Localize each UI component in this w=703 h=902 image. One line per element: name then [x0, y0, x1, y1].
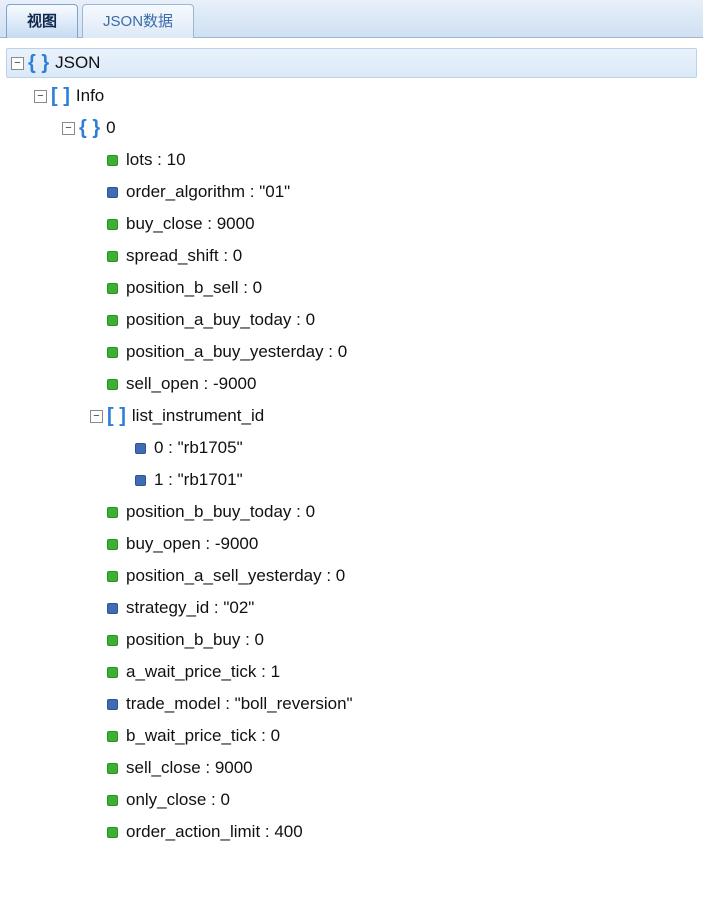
tree-leaf[interactable]: position_a_sell_yesterday : 0 [6, 560, 697, 592]
tree-leaf[interactable]: strategy_id : "02" [6, 592, 697, 624]
tab-view[interactable]: 视图 [6, 4, 78, 38]
number-icon [107, 731, 118, 742]
string-icon [135, 443, 146, 454]
array-icon: [ ] [51, 86, 70, 106]
tree-leaf-label: position_a_buy_yesterday : 0 [126, 342, 347, 362]
tree-node-label: list_instrument_id [132, 406, 264, 426]
tree-leaf-label: position_b_buy : 0 [126, 630, 264, 650]
tree-pane: − { } JSON − [ ] Info − { } 0 [0, 38, 703, 854]
tree-root-row[interactable]: − { } JSON [6, 48, 697, 78]
tree-leaf[interactable]: order_algorithm : "01" [6, 176, 697, 208]
string-icon [107, 603, 118, 614]
tree-leaf-label: b_wait_price_tick : 0 [126, 726, 280, 746]
tree-leaf[interactable]: only_close : 0 [6, 784, 697, 816]
tree-leaf-label: spread_shift : 0 [126, 246, 242, 266]
number-icon [107, 251, 118, 262]
tree-leaf-label: position_a_buy_today : 0 [126, 310, 315, 330]
number-icon [107, 795, 118, 806]
number-icon [107, 155, 118, 166]
collapse-icon[interactable]: − [11, 57, 24, 70]
collapse-icon[interactable]: − [34, 90, 47, 103]
string-icon [107, 699, 118, 710]
tree-leaf[interactable]: spread_shift : 0 [6, 240, 697, 272]
tab-bar: 视图 JSON数据 [0, 0, 703, 38]
tree-leaf[interactable]: buy_close : 9000 [6, 208, 697, 240]
number-icon [107, 347, 118, 358]
tree-leaf[interactable]: sell_open : -9000 [6, 368, 697, 400]
tree-node-info[interactable]: − [ ] Info [6, 80, 697, 112]
tree-leaf[interactable]: lots : 10 [6, 144, 697, 176]
tree-leaf-label: 0 : "rb1705" [154, 438, 243, 458]
string-icon [107, 187, 118, 198]
tree-leaf[interactable]: position_a_buy_yesterday : 0 [6, 336, 697, 368]
tree-node-list-instrument[interactable]: − [ ] list_instrument_id [6, 400, 697, 432]
number-icon [107, 507, 118, 518]
tree-leaf-label: position_a_sell_yesterday : 0 [126, 566, 345, 586]
collapse-icon[interactable]: − [90, 410, 103, 423]
tree-leaf-label: only_close : 0 [126, 790, 230, 810]
number-icon [107, 635, 118, 646]
tree-leaf-label: lots : 10 [126, 150, 186, 170]
tree-leaf-label: trade_model : "boll_reversion" [126, 694, 353, 714]
number-icon [107, 667, 118, 678]
tree-leaf[interactable]: order_action_limit : 400 [6, 816, 697, 848]
number-icon [107, 571, 118, 582]
number-icon [107, 283, 118, 294]
tree-leaf[interactable]: b_wait_price_tick : 0 [6, 720, 697, 752]
tree-leaf-label: order_action_limit : 400 [126, 822, 303, 842]
tree-leaf[interactable]: position_b_sell : 0 [6, 272, 697, 304]
tree-leaf[interactable]: position_a_buy_today : 0 [6, 304, 697, 336]
tree-leaf-label: buy_close : 9000 [126, 214, 255, 234]
tree-leaf-label: strategy_id : "02" [126, 598, 254, 618]
number-icon [107, 219, 118, 230]
tree-node-label: Info [76, 86, 104, 106]
number-icon [107, 315, 118, 326]
tree-leaf-label: sell_open : -9000 [126, 374, 256, 394]
tree-leaf[interactable]: position_b_buy : 0 [6, 624, 697, 656]
number-icon [107, 763, 118, 774]
tree-leaf-label: buy_open : -9000 [126, 534, 258, 554]
tree-leaf[interactable]: 1 : "rb1701" [6, 464, 697, 496]
collapse-icon[interactable]: − [62, 122, 75, 135]
number-icon [107, 539, 118, 550]
tree-leaf[interactable]: position_b_buy_today : 0 [6, 496, 697, 528]
object-icon: { } [79, 118, 100, 138]
tree-leaf[interactable]: 0 : "rb1705" [6, 432, 697, 464]
tree-leaf-label: order_algorithm : "01" [126, 182, 290, 202]
tree-leaf[interactable]: buy_open : -9000 [6, 528, 697, 560]
tab-json-data[interactable]: JSON数据 [82, 4, 194, 38]
object-icon: { } [28, 53, 49, 73]
tree-leaf[interactable]: a_wait_price_tick : 1 [6, 656, 697, 688]
tree-node-index-0[interactable]: − { } 0 [6, 112, 697, 144]
tree-leaf-label: a_wait_price_tick : 1 [126, 662, 280, 682]
number-icon [107, 827, 118, 838]
tree-leaf[interactable]: sell_close : 9000 [6, 752, 697, 784]
tree-node-label: 0 [106, 118, 115, 138]
tree-leaf-label: position_b_sell : 0 [126, 278, 262, 298]
tree-leaf[interactable]: trade_model : "boll_reversion" [6, 688, 697, 720]
tree-leaf-label: position_b_buy_today : 0 [126, 502, 315, 522]
string-icon [135, 475, 146, 486]
tree-leaf-label: sell_close : 9000 [126, 758, 253, 778]
array-icon: [ ] [107, 406, 126, 426]
number-icon [107, 379, 118, 390]
tree-root-label: JSON [55, 53, 100, 73]
tree-leaf-label: 1 : "rb1701" [154, 470, 243, 490]
